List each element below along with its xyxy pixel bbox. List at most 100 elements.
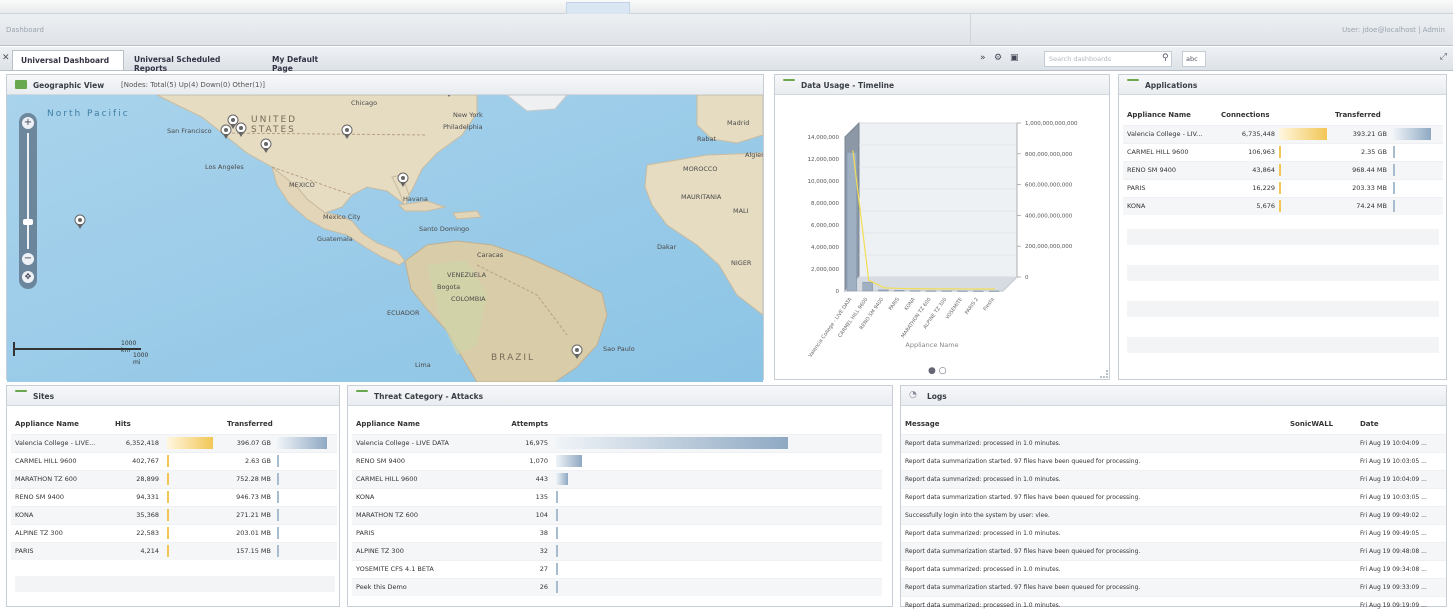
expand-icon[interactable]: ⤢ (1440, 52, 1447, 62)
log-device-cell (1286, 595, 1356, 611)
table-row[interactable]: MARATHON TZ 600 104 (352, 505, 882, 524)
close-icon[interactable]: ✕ (2, 53, 10, 63)
attempts-cell: 32 (502, 541, 552, 560)
search-input[interactable]: Search dashboards (1044, 51, 1172, 67)
table-row[interactable]: PARIS 4,214 157.15 MB (11, 541, 337, 560)
table-row[interactable]: Valencia College - LIV... 6,735,448 393.21… (1123, 124, 1443, 143)
attempts-bar-cell (552, 451, 882, 470)
log-row[interactable]: Report data summarization started. 97 fi… (901, 577, 1446, 596)
col-date[interactable]: Date (1356, 414, 1446, 434)
y2-tick-label: 400,000,000,000 (1025, 213, 1073, 219)
zoom-slider-track[interactable] (27, 133, 29, 249)
transferred-bar (1393, 200, 1395, 213)
search-icon[interactable]: ⚲ (1162, 53, 1169, 63)
user-info[interactable]: User: jdoe@localhost | Admin (1342, 26, 1445, 34)
table-row[interactable]: RENO SM 9400 43,864 968.44 MB (1123, 160, 1443, 179)
y2-tick-label: 0 (1025, 275, 1029, 281)
transferred-bar (1393, 182, 1395, 194)
label-mexico-city: Mexico City (323, 213, 361, 221)
log-row[interactable]: Successfully login into the system by us… (901, 505, 1446, 524)
hits-cell: 402,767 (111, 451, 223, 470)
table-row[interactable]: MARATHON TZ 600 28,899 752.28 MB (11, 469, 337, 488)
log-device-cell (1286, 559, 1356, 578)
attempts-bar-cell (552, 559, 882, 578)
col-appliance-name[interactable]: Appliance Name (1123, 105, 1217, 125)
table-row[interactable]: CARMEL HILL 9600 402,767 2.63 GB (11, 451, 337, 470)
gear-icon[interactable]: ⚙ (994, 53, 1002, 63)
resize-handle[interactable] (1100, 370, 1108, 378)
col-transferred[interactable]: Transferred (223, 414, 337, 434)
table-row[interactable]: KONA 135 (352, 487, 882, 506)
data-usage-chart[interactable]: 0 2,000,000 4,000,000 6,000,000 8,000,000 10,… (775, 97, 1109, 359)
table-row[interactable]: CARMEL HILL 9600 106,963 2.35 GB (1123, 142, 1443, 161)
log-row[interactable]: Report data summarized: processed in 1.0… (901, 523, 1446, 542)
browser-tab-highlight[interactable] (566, 2, 630, 14)
table-row[interactable]: ALPINE TZ 300 22,583 203.01 MB (11, 523, 337, 542)
col-message[interactable]: Message (901, 414, 1286, 434)
table-row[interactable]: PARIS 16,229 203.33 MB (1123, 178, 1443, 197)
col-sonicwall[interactable]: SonicWALL (1286, 414, 1356, 434)
table-row[interactable]: RENO SM 9400 94,331 946.73 MB (11, 487, 337, 506)
app-header: Dashboard User: jdoe@localhost | Admin (0, 0, 1453, 46)
save-icon[interactable]: ▣ (1010, 53, 1019, 63)
sites-title: Sites (33, 392, 55, 401)
transferred-cell: 271.21 MB (223, 505, 337, 524)
log-device-cell (1286, 487, 1356, 506)
col-attempts[interactable]: Attempts (502, 414, 552, 434)
zoom-slider-thumb[interactable] (23, 219, 33, 225)
log-row[interactable]: Report data summarization started. 97 fi… (901, 541, 1446, 560)
sites-header: Sites (7, 386, 339, 406)
log-message-cell: Report data summarized: processed in 1.0… (901, 523, 1286, 542)
log-date-cell: Fri Aug 19 09:48:08 ... (1356, 541, 1446, 560)
col-appliance-name[interactable]: Appliance Name (11, 414, 111, 434)
pan-icon[interactable]: ✥ (22, 271, 34, 283)
map-canvas[interactable]: North Pacific UNITED STATES MEXICO Mexic… (7, 95, 763, 382)
log-row[interactable]: Report data summarization started. 97 fi… (901, 487, 1446, 506)
chart-pager[interactable]: ● ○ (928, 366, 947, 376)
table-row[interactable]: ALPINE TZ 300 32 (352, 541, 882, 560)
table-row[interactable]: Valencia College - LIVE... 6,352,418 396.0… (11, 433, 337, 452)
log-row[interactable]: Report data summarized: processed in 1.0… (901, 469, 1446, 488)
transferred-bar (277, 455, 279, 467)
appliance-name-cell: YOSEMITE CFS 4.1 BETA (352, 559, 502, 578)
connections-cell: 43,864 (1217, 160, 1331, 179)
appliance-name-cell: RENO SM 9400 (11, 487, 111, 506)
zoom-out-button[interactable]: − (22, 253, 34, 265)
search-qualifier-select[interactable]: abc (1182, 51, 1206, 67)
applications-table: Appliance Name Connections Transferred V… (1123, 105, 1443, 215)
zoom-in-button[interactable]: + (22, 117, 34, 129)
table-row[interactable]: Peek this Demo 26 (352, 577, 882, 596)
logs-panel: ◔ Logs Message SonicWALL Date Report dat… (900, 385, 1447, 611)
attempts-bar-cell (552, 487, 882, 506)
log-row[interactable]: Report data summarized: processed in 1.0… (901, 433, 1446, 452)
hits-bar (167, 527, 169, 539)
log-row[interactable]: Report data summarized: processed in 1.0… (901, 559, 1446, 578)
tab-universal-scheduled-reports[interactable]: Universal Scheduled Reports (126, 50, 262, 73)
log-row[interactable]: Report data summarized: processed in 1.0… (901, 595, 1446, 611)
logs-table: Message SonicWALL Date Report data summa… (901, 414, 1446, 611)
transferred-cell: 946.73 MB (223, 487, 337, 506)
hits-value: 22,583 (136, 529, 159, 537)
map-icon (15, 80, 27, 89)
table-row[interactable]: KONA 35,368 271.21 MB (11, 505, 337, 524)
col-hits[interactable]: Hits (111, 414, 223, 434)
forward-icon[interactable]: » (980, 53, 986, 63)
table-row[interactable]: YOSEMITE CFS 4.1 BETA 27 (352, 559, 882, 578)
table-row[interactable]: KONA 5,676 74.24 MB (1123, 196, 1443, 215)
zoom-control[interactable]: + − ✥ (19, 113, 37, 289)
tab-my-default-page[interactable]: My Default Page (264, 50, 348, 73)
hits-bar (167, 545, 169, 558)
col-appliance-name[interactable]: Appliance Name (352, 414, 502, 434)
col-transferred[interactable]: Transferred (1331, 105, 1443, 125)
col-connections[interactable]: Connections (1217, 105, 1331, 125)
breadcrumb[interactable]: Dashboard (6, 26, 44, 34)
empty-row (1127, 229, 1439, 245)
tab-universal-dashboard[interactable]: Universal Dashboard (12, 50, 124, 70)
table-row[interactable]: PARIS 38 (352, 523, 882, 542)
transferred-value: 396.07 GB (236, 439, 271, 447)
table-row[interactable]: RENO SM 9400 1,070 (352, 451, 882, 470)
table-row[interactable]: Valencia College - LIVE DATA 16,975 (352, 433, 882, 452)
log-row[interactable]: Report data summarization started. 97 fi… (901, 451, 1446, 470)
appliance-name-cell: KONA (1123, 196, 1217, 215)
table-row[interactable]: CARMEL HILL 9600 443 (352, 469, 882, 488)
